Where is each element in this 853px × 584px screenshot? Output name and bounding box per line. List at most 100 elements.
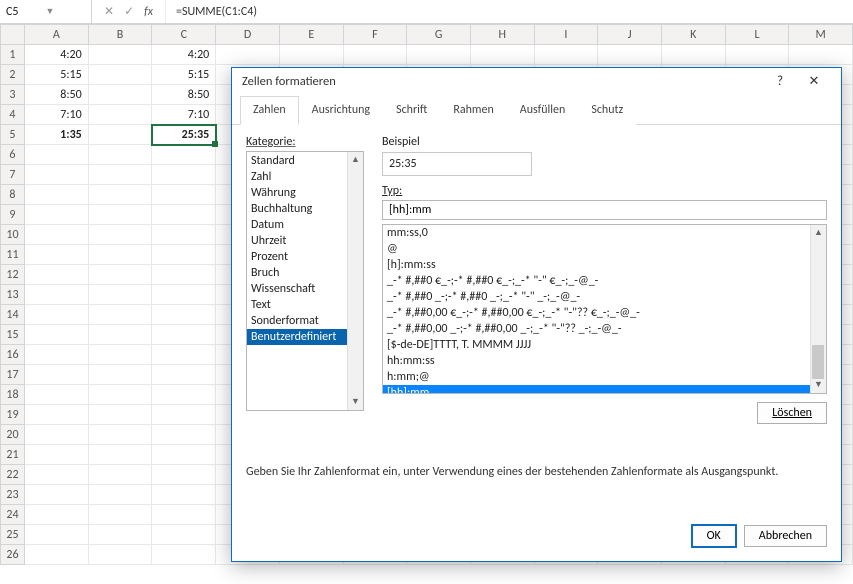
- cell[interactable]: [24, 185, 88, 205]
- select-all-corner[interactable]: [1, 25, 25, 45]
- cell[interactable]: [534, 45, 598, 65]
- scroll-down-icon[interactable]: ▼: [348, 394, 363, 410]
- cell[interactable]: 7:10: [24, 105, 88, 125]
- cell[interactable]: [24, 325, 88, 345]
- tab-rahmen[interactable]: Rahmen: [440, 96, 506, 125]
- cell[interactable]: [24, 525, 88, 545]
- cell[interactable]: [88, 305, 152, 325]
- cell[interactable]: [88, 65, 152, 85]
- cell[interactable]: 5:15: [152, 65, 216, 85]
- cell[interactable]: [24, 425, 88, 445]
- help-button[interactable]: ?: [763, 74, 797, 89]
- cell[interactable]: [24, 245, 88, 265]
- tab-schutz[interactable]: Schutz: [578, 96, 636, 125]
- category-item[interactable]: Standard: [247, 153, 363, 169]
- cell[interactable]: [88, 185, 152, 205]
- cell[interactable]: [24, 405, 88, 425]
- cell[interactable]: [88, 465, 152, 485]
- format-item[interactable]: _-* #,##0,00 _-;-* #,##0,00 _-;_-* "-"??…: [383, 321, 826, 337]
- cell[interactable]: [88, 265, 152, 285]
- row-header[interactable]: 12: [1, 265, 25, 285]
- cell[interactable]: [88, 405, 152, 425]
- cell[interactable]: 8:50: [152, 85, 216, 105]
- category-item[interactable]: Prozent: [247, 249, 363, 265]
- column-header[interactable]: C: [152, 25, 216, 45]
- cell[interactable]: [470, 45, 534, 65]
- name-box-dropdown-icon[interactable]: ▼: [46, 6, 86, 17]
- column-header[interactable]: L: [725, 25, 789, 45]
- row-header[interactable]: 2: [1, 65, 25, 85]
- cell[interactable]: [152, 385, 216, 405]
- cell[interactable]: [24, 445, 88, 465]
- cell[interactable]: [24, 165, 88, 185]
- cell[interactable]: [152, 185, 216, 205]
- cell[interactable]: [88, 145, 152, 165]
- column-header[interactable]: G: [407, 25, 471, 45]
- cell[interactable]: [88, 385, 152, 405]
- column-header[interactable]: A: [24, 25, 88, 45]
- row-header[interactable]: 20: [1, 425, 25, 445]
- cell[interactable]: [88, 485, 152, 505]
- cell[interactable]: [88, 85, 152, 105]
- row-header[interactable]: 13: [1, 285, 25, 305]
- row-header[interactable]: 1: [1, 45, 25, 65]
- formula-input[interactable]: =SUMME(C1:C4): [166, 5, 853, 19]
- cell[interactable]: [407, 45, 471, 65]
- fx-icon[interactable]: fx: [144, 5, 153, 19]
- cell[interactable]: [725, 45, 789, 65]
- column-header[interactable]: M: [789, 25, 853, 45]
- cell[interactable]: [216, 45, 280, 65]
- delete-button[interactable]: Löschen: [757, 402, 827, 424]
- cell[interactable]: [152, 545, 216, 565]
- dialog-title-bar[interactable]: Zellen formatieren ? ✕: [232, 68, 841, 95]
- row-header[interactable]: 14: [1, 305, 25, 325]
- cell[interactable]: [88, 505, 152, 525]
- tab-ausrichtung[interactable]: Ausrichtung: [299, 96, 383, 125]
- cell[interactable]: 5:15: [24, 65, 88, 85]
- name-box[interactable]: C5 ▼: [0, 0, 92, 23]
- column-header[interactable]: H: [470, 25, 534, 45]
- cell[interactable]: [88, 105, 152, 125]
- row-header[interactable]: 25: [1, 525, 25, 545]
- row-header[interactable]: 4: [1, 105, 25, 125]
- ok-button[interactable]: OK: [692, 525, 736, 547]
- scrollbar-thumb[interactable]: [812, 345, 824, 379]
- cell[interactable]: 1:35: [24, 125, 88, 145]
- cell[interactable]: [152, 225, 216, 245]
- cell[interactable]: [88, 285, 152, 305]
- cell[interactable]: [24, 345, 88, 365]
- row-header[interactable]: 18: [1, 385, 25, 405]
- cell[interactable]: [24, 465, 88, 485]
- row-header[interactable]: 9: [1, 205, 25, 225]
- cell[interactable]: [24, 265, 88, 285]
- cell[interactable]: [88, 325, 152, 345]
- row-header[interactable]: 22: [1, 465, 25, 485]
- cell[interactable]: [88, 365, 152, 385]
- cell[interactable]: [88, 205, 152, 225]
- cell[interactable]: [789, 45, 853, 65]
- cell[interactable]: [88, 545, 152, 565]
- row-header[interactable]: 15: [1, 325, 25, 345]
- cell[interactable]: [343, 45, 407, 65]
- cancel-formula-icon[interactable]: ✕: [104, 4, 114, 19]
- cell[interactable]: [88, 45, 152, 65]
- cell[interactable]: [88, 165, 152, 185]
- row-header[interactable]: 17: [1, 365, 25, 385]
- cell[interactable]: [88, 245, 152, 265]
- column-header[interactable]: K: [661, 25, 725, 45]
- format-item[interactable]: [$-de-DE]TTTT, T. MMMM JJJJ: [383, 337, 826, 353]
- cell[interactable]: [152, 305, 216, 325]
- cell[interactable]: [24, 285, 88, 305]
- category-item[interactable]: Datum: [247, 217, 363, 233]
- cell[interactable]: [152, 205, 216, 225]
- row-header[interactable]: 11: [1, 245, 25, 265]
- cell[interactable]: [24, 505, 88, 525]
- cell[interactable]: [88, 425, 152, 445]
- category-item[interactable]: Währung: [247, 185, 363, 201]
- category-item[interactable]: Zahl: [247, 169, 363, 185]
- cell[interactable]: [24, 545, 88, 565]
- scroll-down-icon[interactable]: ▼: [811, 377, 826, 393]
- category-item[interactable]: Text: [247, 297, 363, 313]
- format-item[interactable]: _-* #,##0 €_-;-* #,##0 €_-;_-* "-" €_-;_…: [383, 273, 826, 289]
- cell[interactable]: [152, 165, 216, 185]
